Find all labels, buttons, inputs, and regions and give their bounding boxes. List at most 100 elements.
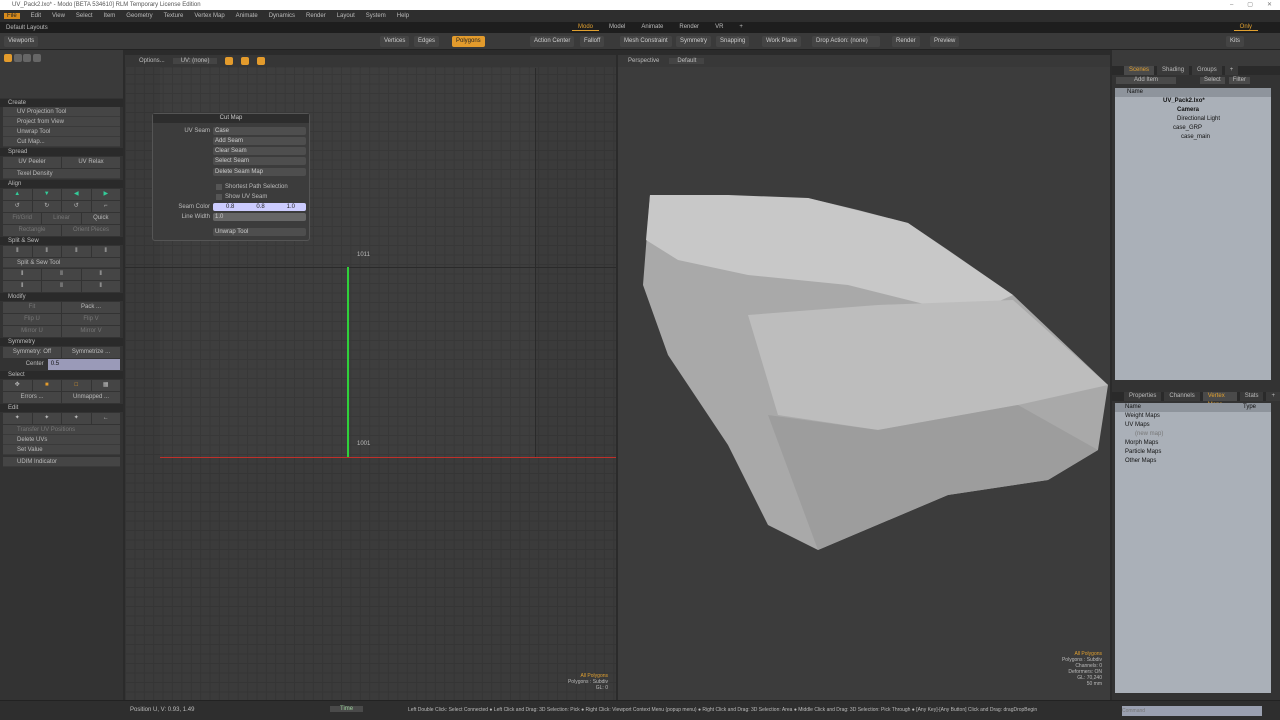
show-uv-seam-checkbox[interactable]: [216, 194, 222, 200]
sew-icon[interactable]: ⫴: [62, 246, 91, 257]
linear-button[interactable]: Linear: [42, 213, 81, 224]
seam-color-field[interactable]: 0.8 0.8 1.0: [213, 203, 306, 211]
close-button[interactable]: ✕: [1267, 0, 1272, 10]
menu-system[interactable]: System: [366, 13, 386, 19]
tab-properties[interactable]: Properties: [1124, 392, 1162, 401]
uv-view-icon[interactable]: [241, 57, 250, 65]
scale-icon[interactable]: [33, 54, 42, 62]
minimize-button[interactable]: –: [1230, 0, 1233, 10]
new-uv-map[interactable]: (new map): [1115, 430, 1271, 439]
clear-seam-button[interactable]: Clear Seam: [213, 147, 306, 155]
select-island-icon[interactable]: ▦: [91, 380, 120, 391]
orient-pieces-button[interactable]: Orient Pieces: [62, 225, 120, 236]
add-tab-button[interactable]: +: [1266, 392, 1280, 401]
mesh-constraint-button[interactable]: Mesh Constraint: [620, 36, 672, 47]
split-icon[interactable]: ⫴: [3, 246, 32, 257]
3d-viewport[interactable]: All Polygons Polygons : Subdiv Channels:…: [618, 55, 1110, 700]
project-from-view[interactable]: Project from View: [3, 117, 120, 127]
tab-shading[interactable]: Shading: [1157, 66, 1190, 75]
viewports-button[interactable]: Viewports: [4, 36, 39, 47]
arrow-left-icon[interactable]: ←: [91, 413, 120, 424]
menu-file[interactable]: File: [4, 13, 20, 19]
section-spread[interactable]: Spread: [0, 148, 123, 156]
uv-maps[interactable]: UV Maps: [1115, 421, 1271, 430]
tab-modo[interactable]: Modo: [572, 24, 600, 31]
drop-action-select[interactable]: Drop Action: (none): [812, 36, 880, 47]
light-item[interactable]: Directional Light: [1115, 115, 1271, 124]
seam-color-r[interactable]: 0.8: [226, 203, 234, 211]
section-create[interactable]: Create: [0, 99, 123, 107]
vertices-button[interactable]: Vertices: [380, 36, 410, 47]
unwrap-tool[interactable]: Unwrap Tool: [3, 127, 120, 137]
options-button[interactable]: Options...: [139, 58, 165, 64]
sew-icon[interactable]: ⫴: [3, 269, 42, 280]
edit-icon[interactable]: ✦: [32, 413, 61, 424]
uv-map-select[interactable]: UV: (none): [172, 58, 218, 64]
section-select[interactable]: Select: [0, 371, 123, 379]
section-symmetry[interactable]: Symmetry: [0, 338, 123, 346]
select-edge-icon[interactable]: □: [62, 380, 91, 391]
tab-model[interactable]: Model: [603, 24, 631, 31]
errors-button[interactable]: Errors ...: [3, 392, 61, 403]
add-tab-button[interactable]: +: [1224, 66, 1239, 75]
edges-button[interactable]: Edges: [414, 36, 440, 47]
command-input[interactable]: [1122, 706, 1262, 716]
uv-seam-select[interactable]: Case: [213, 127, 306, 135]
sew-icon[interactable]: ⫴: [81, 281, 120, 292]
uv-tool-icon[interactable]: [4, 54, 12, 62]
rotate-icon[interactable]: [23, 54, 32, 62]
section-split-sew[interactable]: Split & Sew: [0, 237, 123, 245]
shading-style-select[interactable]: Default: [669, 58, 705, 64]
cut-map[interactable]: Cut Map...: [3, 137, 120, 147]
select-polygon-icon[interactable]: ■: [32, 380, 61, 391]
transform-icon[interactable]: [13, 54, 22, 62]
set-value[interactable]: Set Value: [3, 445, 120, 455]
symmetry-select[interactable]: Symmetry: Off: [3, 347, 61, 358]
filter-button[interactable]: Filter: [1228, 77, 1251, 84]
tab-animate[interactable]: Animate: [635, 24, 669, 31]
section-align[interactable]: Align: [0, 180, 123, 188]
add-seam-button[interactable]: Add Seam: [213, 137, 306, 145]
snapping-button[interactable]: Snapping: [716, 36, 750, 47]
align-left-icon[interactable]: ◀: [62, 189, 91, 200]
other-maps[interactable]: Other Maps: [1115, 457, 1271, 466]
seam-color-b[interactable]: 1.0: [287, 203, 295, 211]
maximize-button[interactable]: ▢: [1247, 0, 1253, 10]
fit-grid-button[interactable]: Fit/Grid: [3, 213, 42, 224]
menu-item[interactable]: Item: [104, 13, 116, 19]
add-item-button[interactable]: Add Item: [1116, 77, 1176, 84]
section-modify[interactable]: Modify: [0, 293, 123, 301]
projection-select[interactable]: Perspective: [628, 58, 659, 64]
center-field[interactable]: 0.5: [47, 359, 120, 370]
group-item[interactable]: case_GRP: [1115, 124, 1271, 133]
default-layouts[interactable]: Default Layouts: [6, 25, 48, 31]
uv-view-icon[interactable]: [225, 57, 234, 65]
line-width-field[interactable]: 1.0: [213, 213, 306, 221]
name-column-header[interactable]: Name Type: [1115, 403, 1271, 412]
menu-render[interactable]: Render: [306, 13, 326, 19]
only-toggle[interactable]: Only: [1233, 24, 1258, 31]
tab-render[interactable]: Render: [673, 24, 705, 31]
menu-vertex-map[interactable]: Vertex Map: [194, 13, 224, 19]
select-vertex-icon[interactable]: ✥: [3, 380, 32, 391]
mirror-u-button[interactable]: Mirror U: [3, 326, 61, 337]
action-center-button[interactable]: Action Center: [530, 36, 575, 47]
mirror-v-button[interactable]: Mirror V: [62, 326, 120, 337]
orient-icon[interactable]: ⌐: [91, 201, 120, 212]
quick-button[interactable]: Quick: [81, 213, 120, 224]
align-right-icon[interactable]: ▶: [91, 189, 120, 200]
select-button[interactable]: Select: [1200, 77, 1225, 84]
menu-texture[interactable]: Texture: [164, 13, 184, 19]
sew-icon[interactable]: ⫴: [91, 246, 120, 257]
rotate-ccw-icon[interactable]: ↺: [3, 201, 32, 212]
split-icon[interactable]: ⫴: [32, 246, 61, 257]
tab-stats[interactable]: Stats: [1239, 392, 1264, 401]
sew-icon[interactable]: ⫴: [81, 269, 120, 280]
uv-projection-tool[interactable]: UV Projection Tool: [3, 107, 120, 117]
menu-help[interactable]: Help: [397, 13, 409, 19]
tab-vertex-maps[interactable]: Vertex Maps: [1202, 392, 1237, 408]
tab-vr[interactable]: VR: [709, 24, 729, 31]
camera-item[interactable]: Camera: [1115, 106, 1271, 115]
falloff-button[interactable]: Falloff: [580, 36, 605, 47]
menu-select[interactable]: Select: [76, 13, 93, 19]
